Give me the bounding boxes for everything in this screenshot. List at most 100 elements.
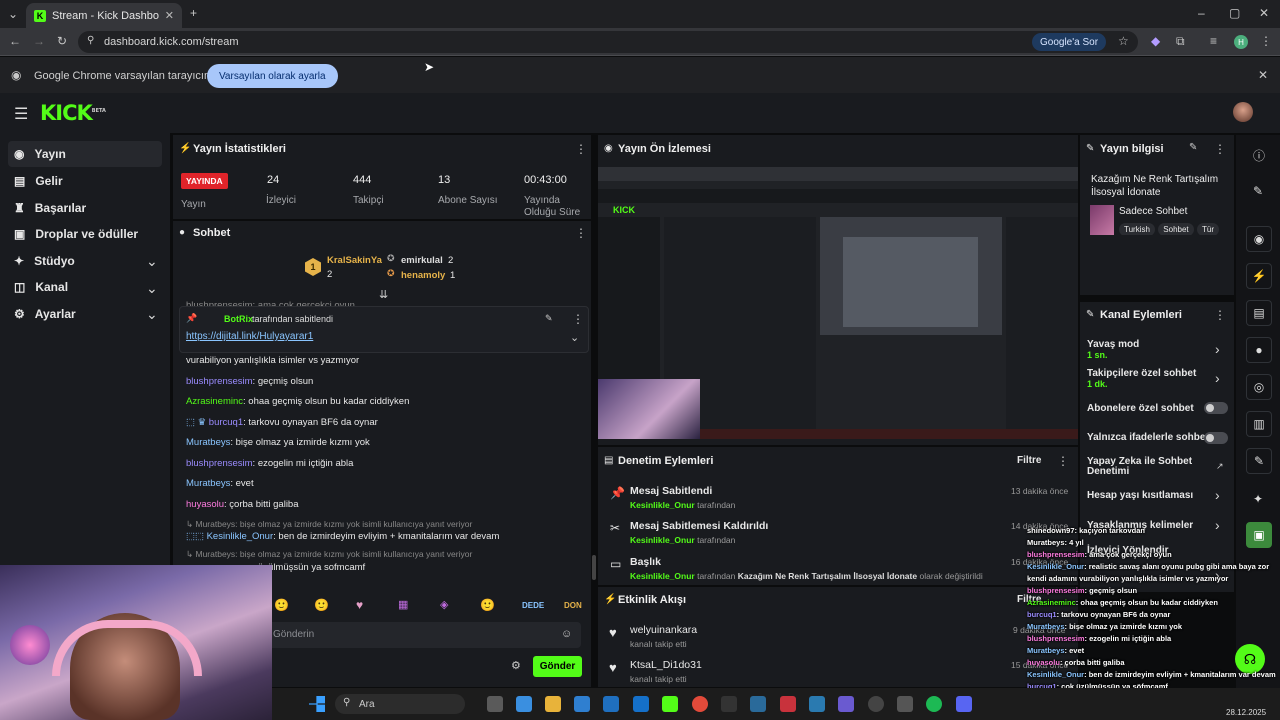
sidebar-item-kanal[interactable]: ◫ Kanal xyxy=(8,274,162,300)
tag-chip[interactable]: Tür xyxy=(1196,223,1219,235)
chat-settings-icon[interactable]: ⚙ xyxy=(511,659,521,672)
ai-mod-link[interactable]: Yapay Zeka ile Sohbet Denetimi xyxy=(1087,457,1197,477)
external-link-icon[interactable]: ↗ xyxy=(1216,461,1224,472)
tab-list-icon[interactable]: ⌄ xyxy=(8,7,18,21)
wrench-tool-icon[interactable]: ✎ xyxy=(1246,448,1272,474)
chat-tool-icon[interactable]: ● xyxy=(1246,337,1272,363)
emote-icon[interactable]: 🙂 xyxy=(480,598,495,612)
emote-don[interactable]: DON xyxy=(564,601,582,610)
preview-tool-icon[interactable]: ◉ xyxy=(1246,226,1272,252)
edit-icon[interactable]: ✎ xyxy=(1253,184,1263,198)
user-avatar[interactable] xyxy=(1233,102,1253,122)
task-view-icon[interactable] xyxy=(487,696,503,712)
app-icon[interactable] xyxy=(809,696,825,712)
reading-list-icon[interactable]: ≡ xyxy=(1210,34,1217,48)
bookmark-star-icon[interactable]: ☆ xyxy=(1118,34,1129,48)
epic-games-icon[interactable] xyxy=(721,696,737,712)
stats-more-icon[interactable]: ⋮ xyxy=(575,142,587,156)
sidebar-item-studyo[interactable]: ✦ Stüdyo xyxy=(8,248,162,274)
emote-icon[interactable]: 🙂 xyxy=(274,598,289,612)
profile-avatar[interactable]: H xyxy=(1234,35,1248,49)
category-thumbnail[interactable] xyxy=(1090,205,1114,235)
spotify-icon[interactable] xyxy=(926,696,942,712)
url-input[interactable]: ⚲ dashboard.kick.com/stream xyxy=(78,31,1138,53)
subs-only-toggle[interactable] xyxy=(1204,402,1228,414)
heart-emote-icon[interactable]: ♥ xyxy=(356,598,363,612)
app-icon[interactable] xyxy=(780,696,796,712)
close-infobar-icon[interactable]: ✕ xyxy=(1258,68,1268,82)
broadcast-tool-icon[interactable]: ◎ xyxy=(1246,374,1272,400)
studio-tool-icon[interactable]: ▣ xyxy=(1246,522,1272,548)
category-name[interactable]: Sadece Sohbet xyxy=(1119,206,1187,217)
chevron-right-icon[interactable]: › xyxy=(1215,370,1220,386)
unpin-icon[interactable]: ✎ xyxy=(545,313,553,324)
copilot-icon[interactable] xyxy=(516,696,532,712)
sidebar-item-gelir[interactable]: ▤ Gelir xyxy=(8,168,162,194)
app-icon[interactable] xyxy=(838,696,854,712)
mod-action-user[interactable]: Kesinlikle_Onur xyxy=(630,535,695,545)
extensions-puzzle-icon[interactable]: ⧉ xyxy=(1176,34,1185,49)
chevron-down-icon[interactable]: ⌄ xyxy=(146,306,158,323)
browser-tab[interactable]: K Stream - Kick Dashboard ✕ xyxy=(26,3,182,28)
mod-more-icon[interactable]: ⋮ xyxy=(1057,454,1069,468)
mod-action-user[interactable]: Kesinlikle_Onur xyxy=(630,571,695,581)
chevron-right-icon[interactable]: › xyxy=(1215,487,1220,503)
discord-icon[interactable] xyxy=(956,696,972,712)
site-info-icon[interactable]: ⚲ xyxy=(87,35,94,46)
chat-more-icon[interactable]: ⋮ xyxy=(575,226,587,240)
edit-pencil-icon[interactable]: ✎ xyxy=(1189,142,1197,153)
chat-scrollbar[interactable] xyxy=(592,555,596,580)
followers-only-row[interactable]: Takipçilere özel sohbet 1 dk. › xyxy=(1087,368,1227,392)
kick-logo[interactable]: KICKBETA xyxy=(40,101,106,125)
app-icon[interactable] xyxy=(897,696,913,712)
forward-icon[interactable]: → xyxy=(33,34,45,48)
slow-mode-row[interactable]: Yavaş mod 1 sn. › xyxy=(1087,339,1227,363)
outlook-icon[interactable] xyxy=(633,696,649,712)
taskbar-search[interactable]: ⚲ Ara xyxy=(335,694,465,714)
store-icon[interactable] xyxy=(603,696,619,712)
send-button[interactable]: Gönder xyxy=(533,656,582,677)
emote-dede[interactable]: DEDE xyxy=(522,601,544,610)
mod-filter-button[interactable]: Filtre xyxy=(1017,455,1041,466)
reload-icon[interactable]: ↻ xyxy=(57,34,67,48)
hamburger-menu-icon[interactable]: ☰ xyxy=(14,104,28,124)
sidebar-item-droplar[interactable]: ▣ Droplar ve ödüller xyxy=(8,221,162,247)
mod-action-user[interactable]: Kesinlikle_Onur xyxy=(630,500,695,510)
pinned-link[interactable]: https://dijital.link/Hulyayarar1 xyxy=(186,331,313,342)
sidebar-item-yayin[interactable]: ◉ Yayın xyxy=(8,141,162,167)
chrome-taskbar-icon[interactable] xyxy=(692,696,708,712)
stats-tool-icon[interactable]: ▥ xyxy=(1246,411,1272,437)
tag-chip[interactable]: Sohbet xyxy=(1158,223,1194,235)
edge-icon[interactable] xyxy=(574,696,590,712)
close-window-icon[interactable]: ✕ xyxy=(1259,6,1269,20)
chevron-right-icon[interactable]: › xyxy=(1215,517,1220,533)
lightning-tool-icon[interactable]: ⚡ xyxy=(1246,263,1272,289)
leader-1-name[interactable]: KralSakinYa xyxy=(327,255,382,266)
chevron-down-icon[interactable]: ⌄ xyxy=(146,280,158,297)
tag-chip[interactable]: Turkish xyxy=(1119,223,1155,235)
emote-icon[interactable]: ▦ xyxy=(398,598,408,611)
leader-3-name[interactable]: henamoly xyxy=(401,270,445,281)
leader-2-name[interactable]: emirkulal xyxy=(401,255,443,266)
kick-app-icon[interactable] xyxy=(662,696,678,712)
sidebar-item-ayarlar[interactable]: ⚙ Ayarlar xyxy=(8,301,162,327)
activity-user[interactable]: KtsaL_Di1do31 xyxy=(630,659,702,671)
back-icon[interactable]: ← xyxy=(9,34,21,48)
minimize-icon[interactable]: – xyxy=(1198,6,1205,20)
document-tool-icon[interactable]: ▤ xyxy=(1246,300,1272,326)
expand-chevron-icon[interactable]: ⌄ xyxy=(570,331,579,344)
set-default-button[interactable]: Varsayılan olarak ayarla xyxy=(207,64,338,88)
file-explorer-icon[interactable] xyxy=(545,696,561,712)
collapse-icon[interactable]: ⇊ xyxy=(379,288,388,301)
chevron-down-icon[interactable]: ⌄ xyxy=(146,253,158,270)
maximize-icon[interactable]: ▢ xyxy=(1229,6,1240,20)
emote-icon[interactable]: 🙂 xyxy=(314,598,329,612)
emote-icon[interactable]: ◈ xyxy=(440,598,448,611)
google-ask-button[interactable]: Google'a Sor xyxy=(1032,33,1107,51)
steam-icon[interactable] xyxy=(750,696,766,712)
puzzle-icon[interactable]: ✦ xyxy=(1253,492,1263,506)
sidebar-item-basarilar[interactable]: ♜ Başarılar xyxy=(8,195,162,221)
info-more-icon[interactable]: ⋮ xyxy=(1214,142,1226,156)
chat-input[interactable]: Gönderin ☺ xyxy=(265,622,581,648)
emotes-only-toggle[interactable] xyxy=(1204,432,1228,444)
